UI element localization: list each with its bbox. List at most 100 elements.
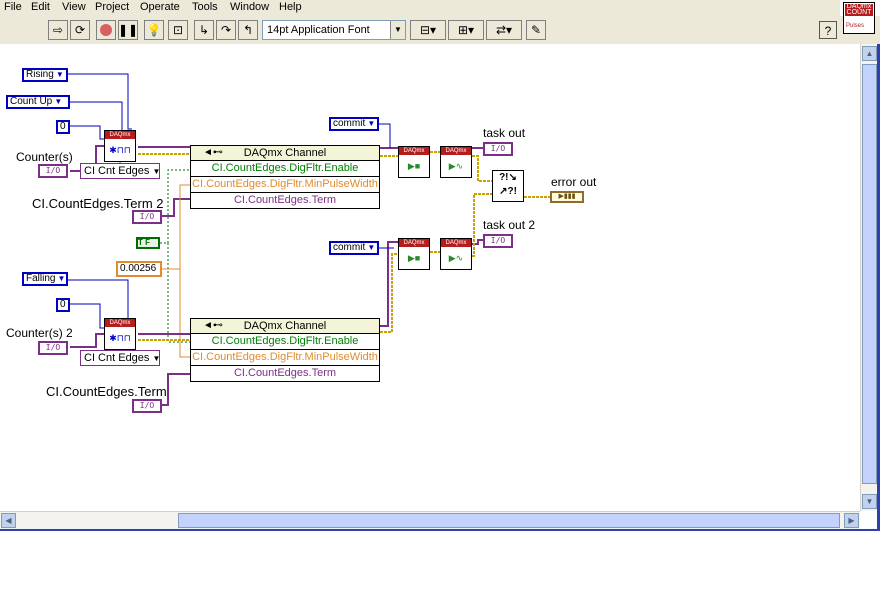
menu-bar: File Edit View Project Operate Tools Win… [0, 0, 840, 16]
menu-help[interactable]: Help [279, 1, 302, 13]
property-row-term[interactable]: CI.CountEdges.Term [191, 366, 379, 381]
pause-icon[interactable]: ❚❚ [118, 20, 138, 40]
property-row-min-pulse-width[interactable]: CI.CountEdges.DigFltr.MinPulseWidth [191, 350, 379, 366]
control-task-1[interactable]: DAQmx ▶■ [398, 146, 430, 178]
cleanup-diagram-icon[interactable]: ✎ [526, 20, 546, 40]
scroll-right-icon[interactable]: ▶ [844, 513, 859, 528]
bool-const[interactable]: T F [136, 237, 160, 249]
ring-arrow-icon: ▼ [54, 97, 63, 106]
menu-tools[interactable]: Tools [192, 1, 218, 13]
enum-arrow-icon: ▼ [152, 354, 161, 363]
property-node-title: DAQmx Channel [243, 147, 327, 159]
menu-file[interactable]: File [4, 1, 22, 13]
rising-ring[interactable]: Rising ▼ [22, 68, 68, 82]
term2-io[interactable]: I/O [132, 210, 162, 224]
wire-dbl-1 [162, 184, 190, 270]
counter2-label: Counter(s) 2 [6, 326, 73, 340]
horizontal-scrollbar[interactable]: ◀ ▶ [0, 511, 860, 529]
wire-num0a [70, 125, 106, 140]
task-out-indicator[interactable]: I/O [483, 142, 513, 156]
block-diagram[interactable]: Rising ▼ Count Up ▼ 0 Counter(s) I/O CI Cn… [0, 44, 860, 511]
retain-wire-values-icon[interactable]: ⊡ [168, 20, 188, 40]
min-pulse-width-const[interactable]: 0.00256 [116, 261, 162, 277]
vi-icon[interactable]: DAQmx COUNT Pulses [843, 2, 875, 34]
enum1-text: CI Cnt Edges [84, 165, 150, 177]
step-out-icon[interactable]: ↰ [238, 20, 258, 40]
term-label: CI.CountEdges.Term [46, 384, 167, 399]
property-node-header: ◄⊷ DAQmx Channel [191, 319, 379, 334]
term2-label: CI.CountEdges.Term 2 [32, 196, 164, 211]
control-task-2[interactable]: DAQmx ▶■ [398, 238, 430, 270]
vi-icon-sub-text: Pulses [846, 23, 865, 29]
menu-project[interactable]: Project [95, 1, 129, 13]
property-row-term[interactable]: CI.CountEdges.Term [191, 193, 379, 208]
run-continuously-icon[interactable]: ⟳ [70, 20, 90, 40]
daqmx-header: DAQmx [105, 319, 135, 327]
vi-icon-mid-text: COUNT [846, 9, 872, 16]
menu-operate[interactable]: Operate [140, 1, 180, 13]
counter-edges-icon: ✱⊓⊓ [109, 333, 131, 343]
window-border-bottom [0, 529, 880, 531]
falling-ring[interactable]: Falling ▼ [22, 272, 68, 286]
vertical-scrollbar[interactable]: ▲ ▼ [860, 44, 878, 511]
help-button[interactable]: ? [819, 21, 837, 39]
font-select-value: 14pt Application Font [267, 24, 370, 36]
ring-arrow-icon: ▼ [55, 70, 64, 79]
commit-ring-1[interactable]: commit ▼ [329, 117, 379, 131]
counter1-io[interactable]: I/O [38, 164, 68, 178]
vertical-scroll-thumb[interactable] [862, 64, 877, 484]
scroll-up-icon[interactable]: ▲ [862, 46, 877, 61]
count-up-ring[interactable]: Count Up ▼ [6, 95, 70, 109]
error-out-indicator[interactable]: ▶▮▮▮ [550, 191, 584, 203]
menu-window[interactable]: Window [230, 1, 269, 13]
wire-term2 [162, 198, 190, 217]
rising-ring-text: Rising [26, 69, 54, 80]
horizontal-scroll-thumb[interactable] [178, 513, 840, 528]
term-io[interactable]: I/O [132, 399, 162, 413]
falling-ring-text: Falling [26, 273, 56, 284]
commit-ring-2[interactable]: commit ▼ [329, 241, 379, 255]
daqmx-channel-property-node-1[interactable]: ◄⊷ DAQmx Channel CI.CountEdges.DigFltr.En… [190, 145, 380, 209]
menu-view[interactable]: View [62, 1, 86, 13]
daqmx-header: DAQmx [441, 239, 471, 247]
merge-errors-node[interactable]: ?!↘ ↗?! [492, 170, 524, 202]
property-row-min-pulse-width[interactable]: CI.CountEdges.DigFltr.MinPulseWidth [191, 177, 379, 193]
task-out2-indicator[interactable]: I/O [483, 234, 513, 248]
cnt-edges-enum-1[interactable]: CI Cnt Edges ▼ [80, 163, 160, 179]
wire-err-top [472, 155, 492, 182]
create-channel-1[interactable]: DAQmx ✱⊓⊓ [104, 130, 136, 162]
start-task-1[interactable]: DAQmx ▶∿ [440, 146, 472, 178]
reorder-icon[interactable]: ⇄▾ [486, 20, 522, 40]
counter2-io[interactable]: I/O [38, 341, 68, 355]
font-select[interactable]: 14pt Application Font ▼ [262, 20, 406, 40]
property-node-header: ◄⊷ DAQmx Channel [191, 146, 379, 161]
step-over-icon[interactable]: ↷ [216, 20, 236, 40]
run-arrow-icon[interactable]: ⇨ [48, 20, 68, 40]
abort-icon[interactable] [96, 20, 116, 40]
create-channel-2[interactable]: DAQmx ✱⊓⊓ [104, 318, 136, 350]
scroll-down-icon[interactable]: ▼ [862, 494, 877, 509]
daqmx-channel-property-node-2[interactable]: ◄⊷ DAQmx Channel CI.CountEdges.DigFltr.En… [190, 318, 380, 382]
property-node-title: DAQmx Channel [243, 320, 327, 332]
menu-edit[interactable]: Edit [31, 1, 50, 13]
daqmx-header: DAQmx [399, 147, 429, 155]
enum2-text: CI Cnt Edges [84, 352, 150, 364]
property-node-icon: ◄⊷ [203, 320, 223, 331]
num-const-0b[interactable]: 0 [56, 298, 70, 312]
start-task-2[interactable]: DAQmx ▶∿ [440, 238, 472, 270]
distribute-objects-icon[interactable]: ⊞▾ [448, 20, 484, 40]
align-objects-icon[interactable]: ⊟▾ [410, 20, 446, 40]
window-border-right [877, 44, 880, 531]
counter-edges-icon: ✱⊓⊓ [109, 145, 131, 155]
highlight-bulb-icon[interactable]: 💡 [144, 20, 164, 40]
step-into-icon[interactable]: ↳ [194, 20, 214, 40]
property-row-digfltr-enable[interactable]: CI.CountEdges.DigFltr.Enable [191, 161, 379, 177]
cnt-edges-enum-2[interactable]: CI Cnt Edges ▼ [80, 350, 160, 366]
property-row-digfltr-enable[interactable]: CI.CountEdges.DigFltr.Enable [191, 334, 379, 350]
task-out-label: task out [483, 126, 526, 140]
daqmx-header: DAQmx [441, 147, 471, 155]
wire-num0b [70, 303, 106, 329]
start-task-icon: ▶∿ [448, 253, 464, 263]
num-const-0a[interactable]: 0 [56, 120, 70, 134]
scroll-left-icon[interactable]: ◀ [1, 513, 16, 528]
